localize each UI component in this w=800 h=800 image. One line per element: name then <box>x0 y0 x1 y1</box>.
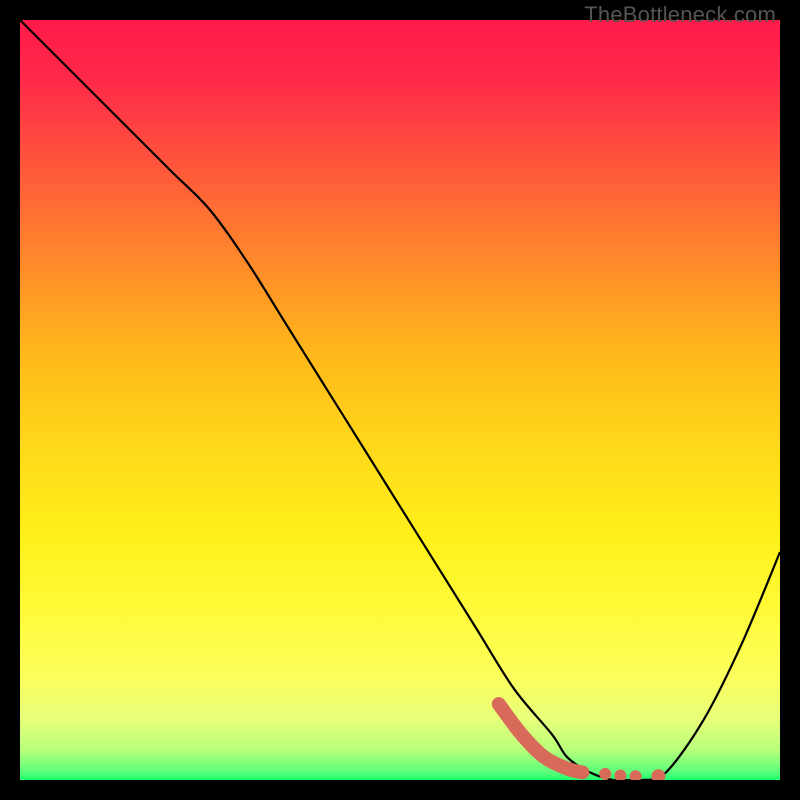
watermark-text: TheBottleneck.com <box>584 2 776 28</box>
chart-gradient-background <box>20 20 780 780</box>
